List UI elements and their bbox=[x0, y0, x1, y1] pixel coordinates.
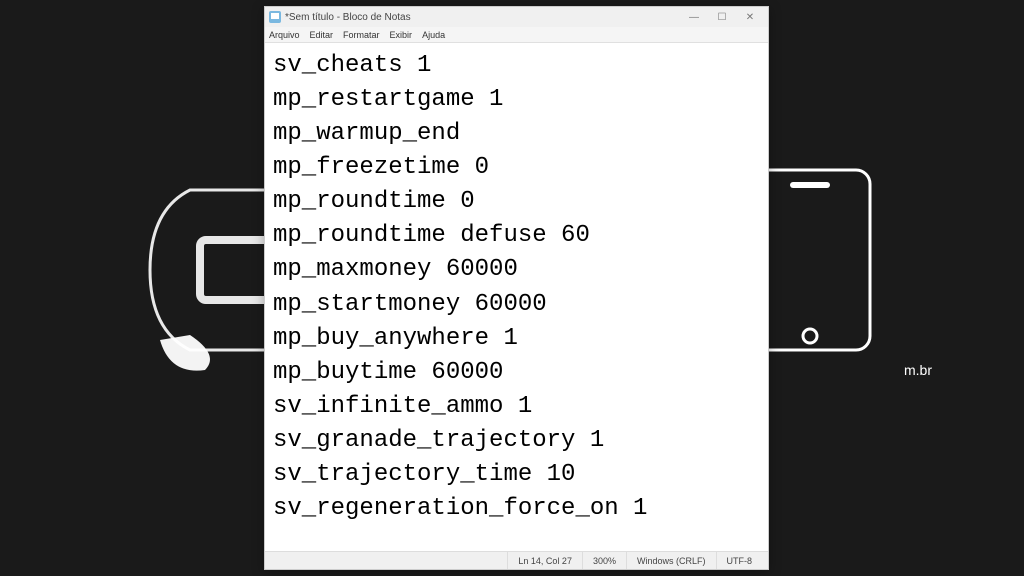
notepad-app-icon bbox=[269, 11, 281, 23]
menu-format[interactable]: Formatar bbox=[343, 30, 380, 40]
minimize-button[interactable]: — bbox=[680, 8, 708, 26]
maximize-button[interactable]: ☐ bbox=[708, 8, 736, 26]
status-zoom: 300% bbox=[582, 552, 626, 569]
menu-edit[interactable]: Editar bbox=[310, 30, 334, 40]
notepad-window: *Sem título - Bloco de Notas — ☐ ✕ Arqui… bbox=[264, 6, 769, 570]
menu-help[interactable]: Ajuda bbox=[422, 30, 445, 40]
titlebar[interactable]: *Sem título - Bloco de Notas — ☐ ✕ bbox=[265, 7, 768, 27]
status-cursor-position: Ln 14, Col 27 bbox=[507, 552, 582, 569]
menu-view[interactable]: Exibir bbox=[390, 30, 413, 40]
menubar: Arquivo Editar Formatar Exibir Ajuda bbox=[265, 27, 768, 43]
menu-file[interactable]: Arquivo bbox=[269, 30, 300, 40]
window-title: *Sem título - Bloco de Notas bbox=[285, 12, 680, 23]
text-editor[interactable]: sv_cheats 1 mp_restartgame 1 mp_warmup_e… bbox=[265, 43, 768, 551]
status-line-ending: Windows (CRLF) bbox=[626, 552, 716, 569]
close-button[interactable]: ✕ bbox=[736, 8, 764, 26]
window-controls: — ☐ ✕ bbox=[680, 8, 764, 26]
status-encoding: UTF-8 bbox=[716, 552, 763, 569]
background-side-text: m.br bbox=[904, 362, 932, 378]
statusbar: Ln 14, Col 27 300% Windows (CRLF) UTF-8 bbox=[265, 551, 768, 569]
